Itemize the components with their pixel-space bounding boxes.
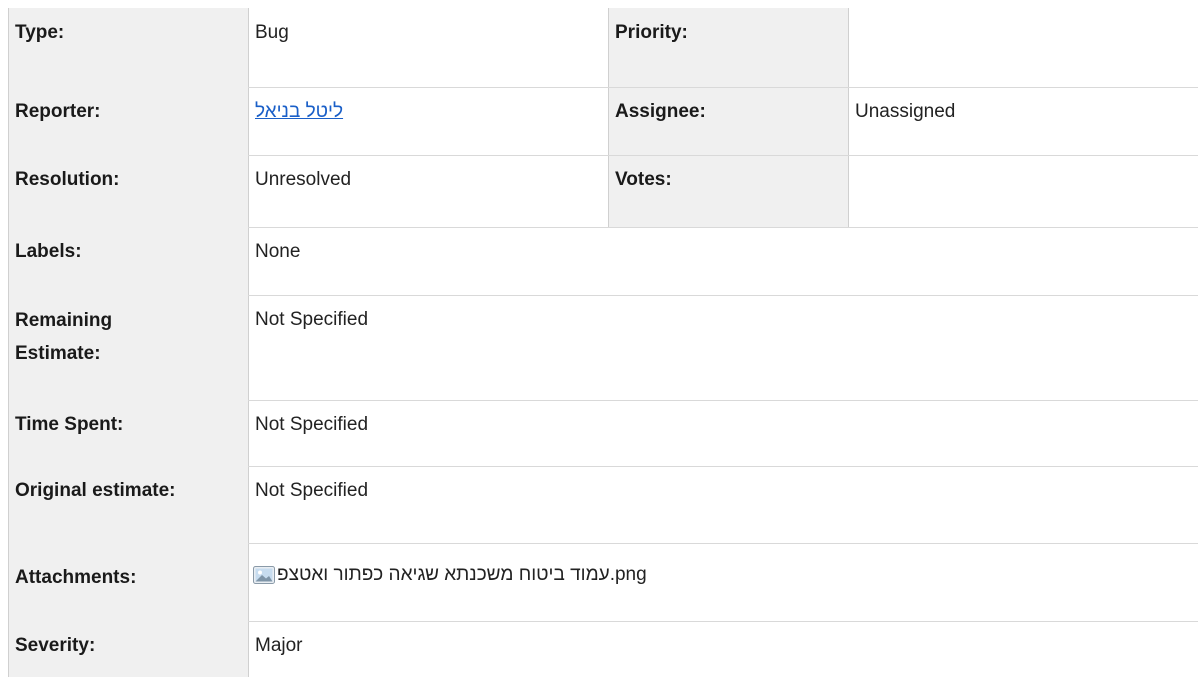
row-divider <box>248 543 1198 544</box>
image-file-icon <box>253 565 275 584</box>
attachment-file-ext: .png <box>609 564 647 585</box>
attachment-file-name: עמוד ביטוח משכנתא שגיאה כפתור ואטצפ <box>277 564 610 585</box>
original-estimate-value: Not Specified <box>248 466 1198 543</box>
remaining-estimate-value: Not Specified <box>248 295 1198 400</box>
remaining-estimate-label-line2: Estimate: <box>15 343 101 364</box>
resolution-label: Resolution: <box>8 155 248 227</box>
priority-label: Priority: <box>608 8 848 87</box>
reporter-link[interactable]: ליטל בניאל <box>255 101 343 122</box>
resolution-value: Unresolved <box>248 155 608 227</box>
time-spent-label: Time Spent: <box>8 400 248 466</box>
remaining-estimate-label: Remaining Estimate: <box>8 295 248 400</box>
reporter-label: Reporter: <box>8 87 248 155</box>
row-divider <box>248 155 1198 156</box>
row-divider <box>248 87 1198 88</box>
attachments-label: Attachments: <box>8 543 248 621</box>
reporter-value: ליטל בניאל <box>248 87 608 155</box>
remaining-estimate-label-line1: Remaining <box>15 310 113 331</box>
severity-value: Major <box>248 621 1198 677</box>
assignee-value: Unassigned <box>848 87 1198 155</box>
issue-details-table: Type: Bug Priority: Reporter: ליטל בניאל… <box>8 8 1198 677</box>
row-divider <box>248 466 1198 467</box>
row-divider <box>248 400 1198 401</box>
row-divider <box>248 295 1198 296</box>
middle-column-divider <box>608 8 609 227</box>
labels-value: None <box>248 227 1198 295</box>
labels-label: Labels: <box>8 227 248 295</box>
severity-label: Severity: <box>8 621 248 677</box>
original-estimate-label: Original estimate: <box>8 466 248 543</box>
right-column-divider <box>848 8 849 227</box>
row-divider <box>248 621 1198 622</box>
priority-value <box>848 8 1198 87</box>
attachments-value: עמוד ביטוח משכנתא שגיאה כפתור ואטצפ .png <box>248 543 1198 621</box>
assignee-label: Assignee: <box>608 87 848 155</box>
time-spent-value: Not Specified <box>248 400 1198 466</box>
votes-value <box>848 155 1198 227</box>
type-label: Type: <box>8 8 248 87</box>
attachment-link[interactable]: עמוד ביטוח משכנתא שגיאה כפתור ואטצפ .png <box>253 559 647 590</box>
type-value: Bug <box>248 8 608 87</box>
table-left-border <box>8 8 9 677</box>
votes-label: Votes: <box>608 155 848 227</box>
label-column-divider <box>248 8 249 677</box>
row-divider <box>248 227 1198 228</box>
